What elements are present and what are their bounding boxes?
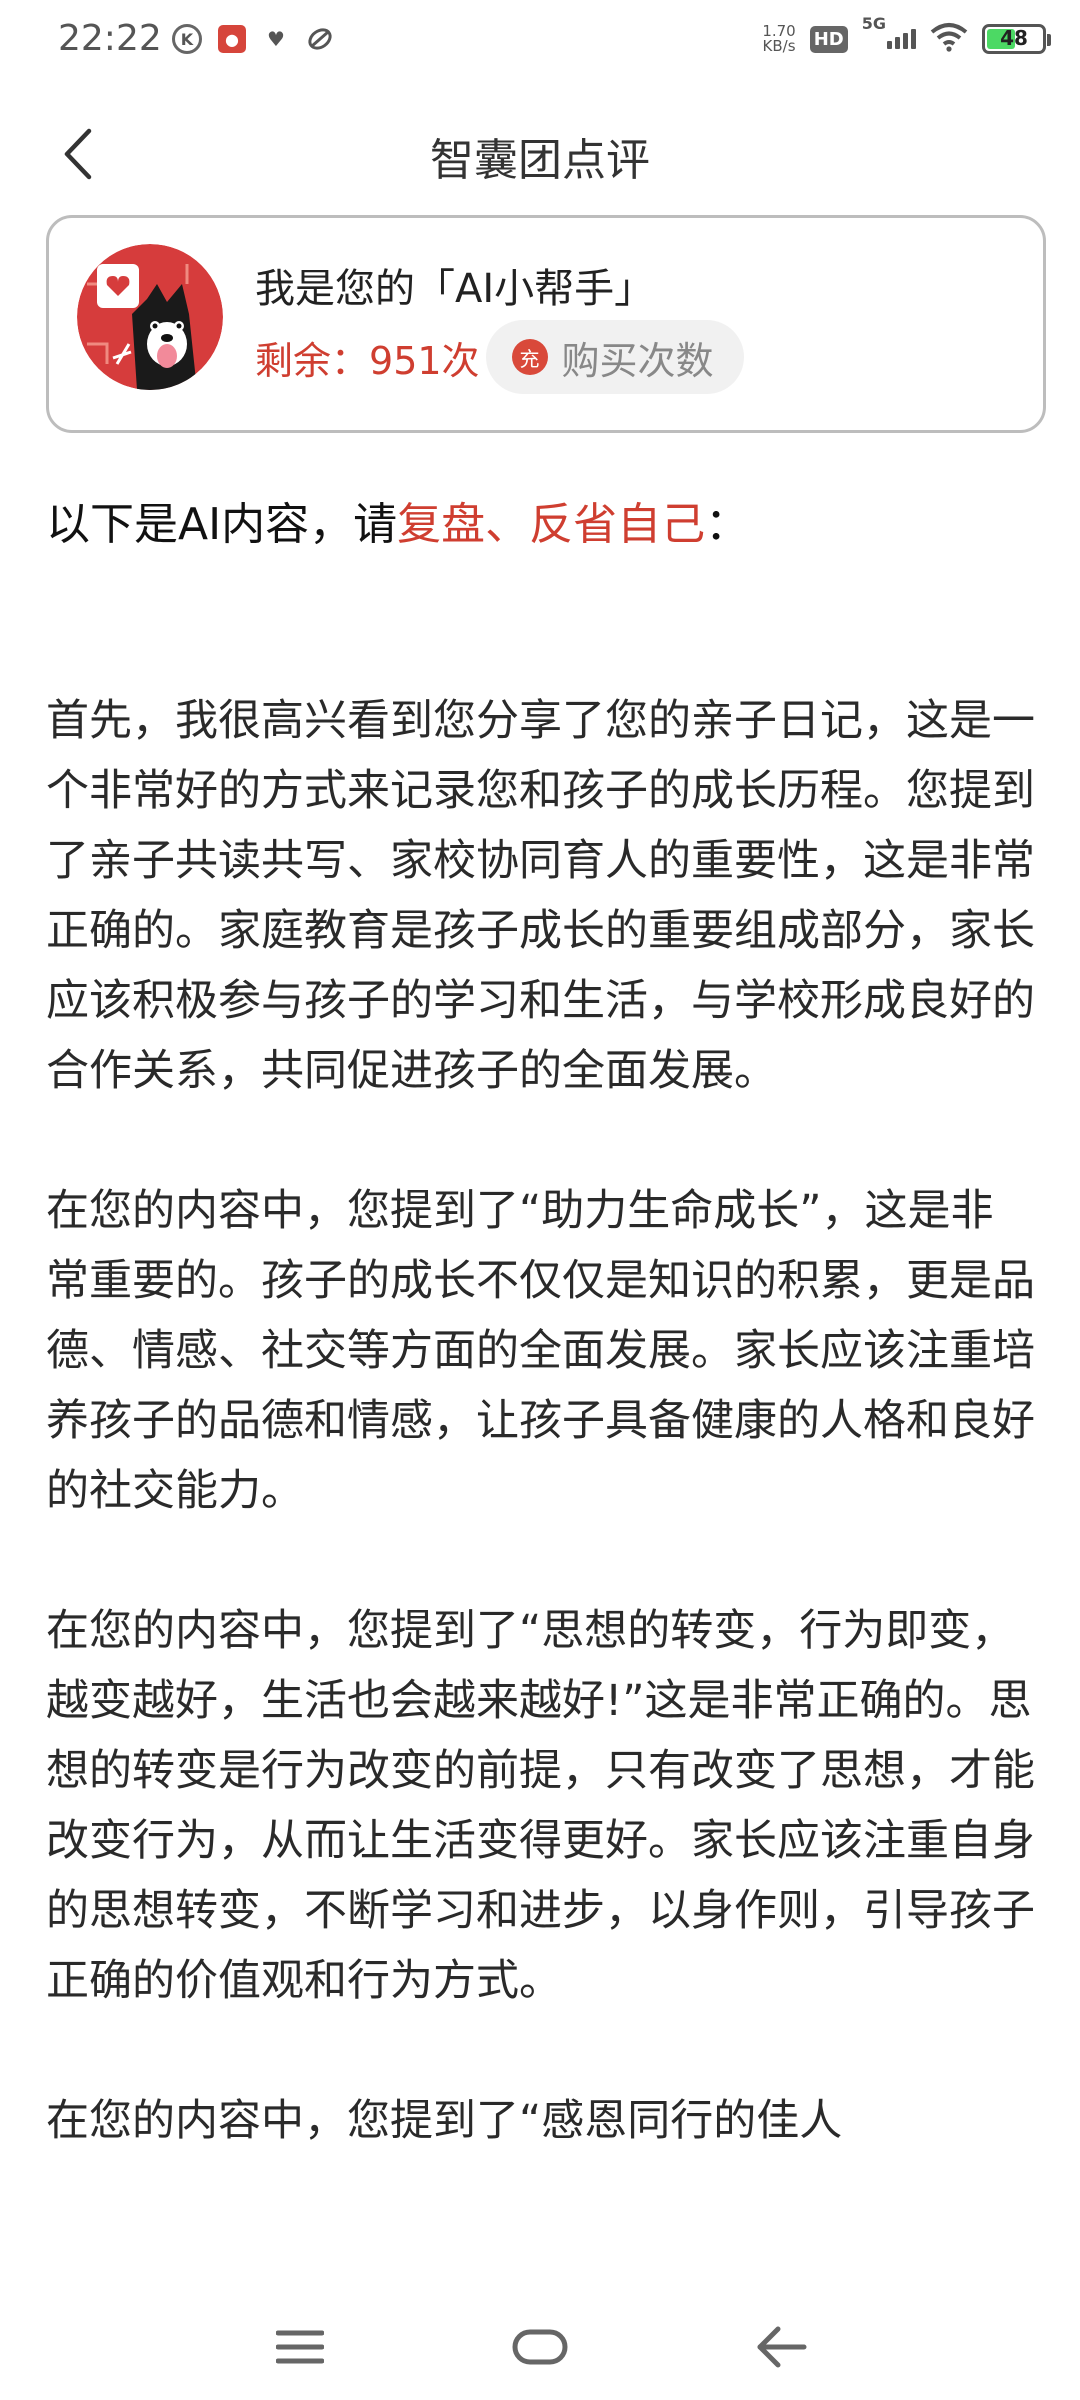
assistant-card: 我是您的「AI小帮手」 剩余： 951次 充 购买次数 bbox=[46, 215, 1046, 433]
system-nav-bar bbox=[0, 2290, 1080, 2400]
leaf-icon bbox=[306, 25, 334, 53]
charge-icon: 充 bbox=[511, 339, 548, 375]
remaining-row: 剩余： 951次 充 购买次数 bbox=[255, 318, 744, 396]
status-time: 22:22 bbox=[58, 18, 162, 59]
notification-icons: K ● ♥ bbox=[172, 24, 334, 54]
page-title: 智囊团点评 bbox=[430, 135, 650, 186]
menu-button[interactable] bbox=[260, 2312, 340, 2382]
status-bar: 22:22 K ● ♥ 1.70 KB/s HD 5G 48 bbox=[0, 0, 1080, 84]
home-icon bbox=[512, 2329, 568, 2365]
remaining-count: 951次 bbox=[369, 338, 480, 383]
back-arrow-icon bbox=[757, 2326, 807, 2368]
app-red-icon: ● bbox=[218, 25, 246, 53]
content-paragraph: 首先，我很高兴看到您分享了您的亲子日记，这是一个非常好的方式来记录您和孩子的成长… bbox=[46, 696, 1035, 1096]
content-paragraph: 在您的内容中，您提到了“感恩同行的佳人 bbox=[46, 2096, 843, 2146]
card-title: 我是您的「AI小帮手」 bbox=[255, 266, 655, 312]
buy-times-button[interactable]: 充 购买次数 bbox=[485, 320, 744, 394]
nav-back-button[interactable] bbox=[742, 2312, 822, 2382]
buy-times-label: 购买次数 bbox=[561, 338, 714, 383]
content-paragraph: 在您的内容中，您提到了“助力生命成长”，这是非常重要的。孩子的成长不仅仅是知识的… bbox=[46, 1186, 1035, 1516]
content-paragraph: 在您的内容中，您提到了“思想的转变，行为即变，越变越好，生活也会越来越好!”这是… bbox=[46, 1606, 1035, 2006]
avatar bbox=[77, 244, 223, 390]
notice-prefix: 以下是AI内容，请 bbox=[46, 499, 398, 550]
notice-accent: 复盘、反省自己 bbox=[397, 499, 706, 550]
ai-content-notice: 以下是AI内容，请复盘、反省自己： bbox=[46, 488, 749, 552]
hd-icon: HD bbox=[809, 25, 848, 53]
remaining-label: 剩余： bbox=[255, 338, 370, 383]
wifi-icon bbox=[930, 22, 968, 56]
network-speed: 1.70 KB/s bbox=[762, 22, 796, 55]
ai-review-content: 首先，我很高兴看到您分享了您的亲子日记，这是一个非常好的方式来记录您和孩子的成长… bbox=[46, 686, 1036, 2276]
menu-icon bbox=[276, 2330, 324, 2364]
battery-icon: 48 bbox=[982, 24, 1051, 54]
k-circle-icon: K bbox=[172, 24, 202, 54]
signal-icon: 5G bbox=[862, 14, 916, 49]
heart-icon: ♥ bbox=[267, 27, 285, 51]
home-button[interactable] bbox=[500, 2312, 580, 2382]
header: 智囊团点评 bbox=[0, 100, 1080, 210]
notice-suffix: ： bbox=[705, 499, 750, 550]
battery-level: 48 bbox=[1000, 26, 1028, 50]
